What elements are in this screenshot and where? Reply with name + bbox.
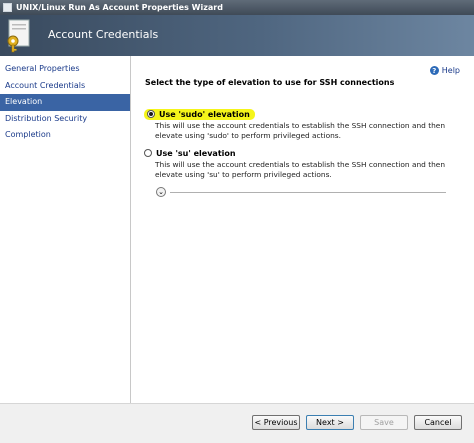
radio-selected-dot xyxy=(149,112,153,116)
wizard-banner: Account Credentials xyxy=(0,15,474,56)
option-sudo: Use 'sudo' elevation This will use the a… xyxy=(144,108,464,141)
sudo-radio[interactable] xyxy=(147,110,155,118)
key-document-icon xyxy=(7,19,30,53)
sidebar-item-completion[interactable]: Completion xyxy=(0,127,130,144)
previous-button[interactable]: < Previous xyxy=(252,415,300,430)
wizard-steps-sidebar: General Properties Account Credentials E… xyxy=(0,56,131,403)
advanced-expander: ⌄ xyxy=(156,187,446,197)
app-icon xyxy=(3,3,12,12)
wizard-footer: < Previous Next > Save Cancel xyxy=(0,403,474,443)
sidebar-item-distribution-security[interactable]: Distribution Security xyxy=(0,111,130,128)
help-link[interactable]: ? Help xyxy=(429,66,460,75)
next-button[interactable]: Next > xyxy=(306,415,354,430)
cancel-button[interactable]: Cancel xyxy=(414,415,462,430)
main-content: ? Help Select the type of elevation to u… xyxy=(132,56,474,403)
sidebar-item-account-credentials[interactable]: Account Credentials xyxy=(0,78,130,95)
su-radio[interactable] xyxy=(144,149,152,157)
su-option-description: This will use the account credentials to… xyxy=(155,160,446,179)
option-su: Use 'su' elevation This will use the acc… xyxy=(144,147,464,180)
page-heading: Account Credentials xyxy=(48,28,159,41)
window-title: UNIX/Linux Run As Account Properties Wiz… xyxy=(16,3,223,12)
expander-divider xyxy=(170,191,446,193)
chevron-down-icon[interactable]: ⌄ xyxy=(156,187,166,197)
sidebar-item-general-properties[interactable]: General Properties xyxy=(0,61,130,78)
help-label: Help xyxy=(441,66,460,75)
sudo-option-description: This will use the account credentials to… xyxy=(155,121,446,140)
save-button[interactable]: Save xyxy=(360,415,408,430)
su-option-label[interactable]: Use 'su' elevation xyxy=(156,149,236,158)
sidebar-item-elevation[interactable]: Elevation xyxy=(0,94,130,111)
section-title: Select the type of elevation to use for … xyxy=(145,78,395,87)
option-highlight: Use 'sudo' elevation xyxy=(144,108,255,120)
sudo-option-label[interactable]: Use 'sudo' elevation xyxy=(159,110,250,119)
help-icon: ? xyxy=(429,66,439,75)
title-bar: UNIX/Linux Run As Account Properties Wiz… xyxy=(0,0,474,15)
